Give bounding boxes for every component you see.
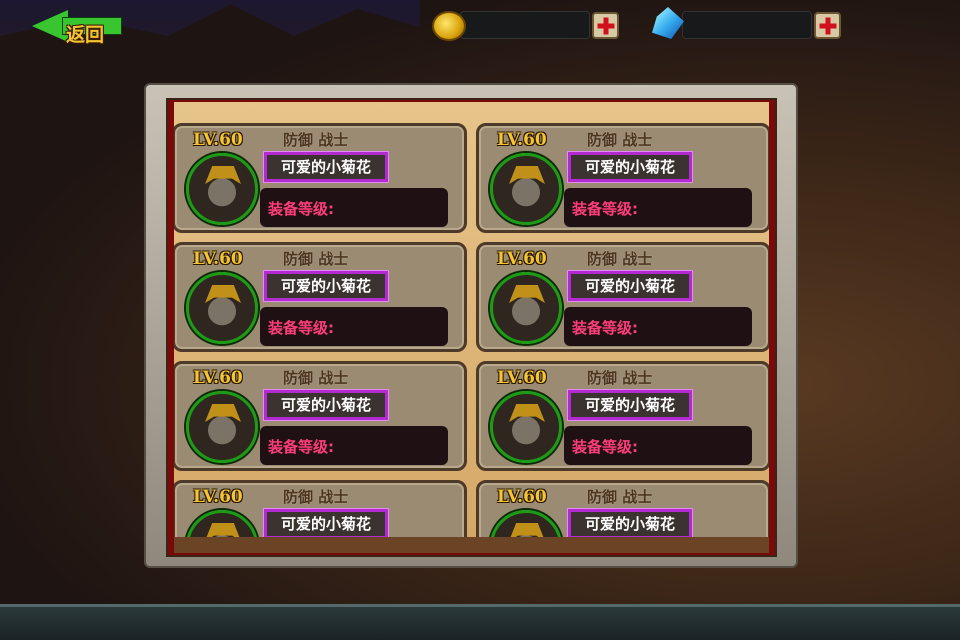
panel-parchment: LV.60 防御 战士 可爱的小菊花 装备等级: LV.60 防御 战士 可爱的小… bbox=[174, 102, 769, 553]
class-label: 防御 战士 bbox=[587, 250, 653, 268]
character-card[interactable]: LV.60 防御 战士 可爱的小菊花 装备等级: bbox=[476, 242, 769, 352]
class-label: 防御 战士 bbox=[587, 131, 653, 149]
class-label: 防御 战士 bbox=[587, 369, 653, 387]
level-label: LV.60 bbox=[193, 487, 243, 507]
level-label: LV.60 bbox=[193, 249, 243, 269]
equip-level-label: 装备等级: bbox=[260, 307, 448, 346]
character-card[interactable]: LV.60 防御 战士 可爱的小菊花 装备等级: bbox=[476, 480, 769, 543]
character-card[interactable]: LV.60 防御 战士 可爱的小菊花 装备等级: bbox=[174, 361, 467, 471]
back-label: 返回 bbox=[66, 24, 105, 46]
coin-bar bbox=[460, 11, 590, 39]
panel-inner: LV.60 防御 战士 可爱的小菊花 装备等级: LV.60 防御 战士 可爱的小… bbox=[166, 98, 777, 557]
add-gem-button[interactable] bbox=[814, 12, 841, 39]
equip-level-label: 装备等级: bbox=[564, 426, 752, 465]
class-label: 防御 战士 bbox=[283, 488, 349, 506]
level-label: LV.60 bbox=[497, 249, 547, 269]
warrior-avatar-icon bbox=[490, 391, 562, 463]
back-button[interactable]: 返回 bbox=[32, 6, 124, 46]
character-name: 可爱的小菊花 bbox=[263, 508, 389, 540]
character-name: 可爱的小菊花 bbox=[567, 508, 693, 540]
equip-level-label: 装备等级: bbox=[260, 426, 448, 465]
character-card[interactable]: LV.60 防御 战士 可爱的小菊花 装备等级: bbox=[476, 123, 769, 233]
class-label: 防御 战士 bbox=[283, 131, 349, 149]
class-label: 防御 战士 bbox=[283, 250, 349, 268]
character-name: 可爱的小菊花 bbox=[263, 151, 389, 183]
level-label: LV.60 bbox=[497, 130, 547, 150]
character-card[interactable]: LV.60 防御 战士 可爱的小菊花 装备等级: bbox=[174, 480, 467, 543]
warrior-avatar-icon bbox=[490, 153, 562, 225]
equip-level-label: 装备等级: bbox=[564, 307, 752, 346]
equip-level-label: 装备等级: bbox=[260, 188, 448, 227]
level-label: LV.60 bbox=[497, 487, 547, 507]
gem-bar bbox=[682, 11, 812, 39]
warrior-avatar-icon bbox=[186, 272, 258, 344]
character-card[interactable]: LV.60 防御 战士 可爱的小菊花 装备等级: bbox=[174, 123, 467, 233]
equip-level-label: 装备等级: bbox=[564, 188, 752, 227]
add-coin-button[interactable] bbox=[592, 12, 619, 39]
diamond-icon bbox=[652, 7, 684, 39]
character-card[interactable]: LV.60 防御 战士 可爱的小菊花 装备等级: bbox=[476, 361, 769, 471]
warrior-avatar-icon bbox=[186, 153, 258, 225]
level-label: LV.60 bbox=[193, 368, 243, 388]
bottom-frame bbox=[0, 604, 960, 640]
class-label: 防御 战士 bbox=[283, 369, 349, 387]
character-name: 可爱的小菊花 bbox=[567, 389, 693, 421]
character-name: 可爱的小菊花 bbox=[567, 270, 693, 302]
class-label: 防御 战士 bbox=[587, 488, 653, 506]
character-name: 可爱的小菊花 bbox=[263, 389, 389, 421]
character-name: 可爱的小菊花 bbox=[567, 151, 693, 183]
character-list[interactable]: LV.60 防御 战士 可爱的小菊花 装备等级: LV.60 防御 战士 可爱的小… bbox=[174, 120, 769, 543]
character-card[interactable]: LV.60 防御 战士 可爱的小菊花 装备等级: bbox=[174, 242, 467, 352]
coin-icon bbox=[432, 11, 466, 41]
character-name: 可爱的小菊花 bbox=[263, 270, 389, 302]
level-label: LV.60 bbox=[497, 368, 547, 388]
panel-bottom-bar bbox=[174, 537, 769, 553]
character-list-panel: LV.60 防御 战士 可爱的小菊花 装备等级: LV.60 防御 战士 可爱的小… bbox=[144, 83, 798, 568]
warrior-avatar-icon bbox=[186, 391, 258, 463]
warrior-avatar-icon bbox=[490, 272, 562, 344]
level-label: LV.60 bbox=[193, 130, 243, 150]
